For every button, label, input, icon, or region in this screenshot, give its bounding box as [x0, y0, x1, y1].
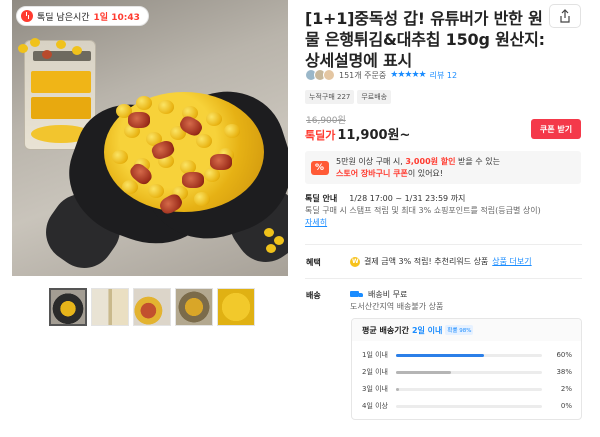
dist-title: 평균 배송기간: [362, 325, 409, 335]
distribution-bar-fill: [396, 353, 484, 357]
thumbnail-1[interactable]: [49, 288, 87, 326]
promo-line1-post: 받을 수 있는: [458, 156, 500, 166]
promo-line2-highlight: 스토어 장바구니 쿠폰: [336, 168, 408, 178]
divider: [305, 244, 582, 245]
rating-stars: ★★★★★: [390, 70, 426, 80]
shipping-label: 배송: [306, 291, 321, 300]
tag-cumulative: 누적구매 227: [305, 90, 355, 104]
divider: [305, 278, 582, 279]
share-icon: [560, 9, 570, 23]
buyer-avatars: [305, 69, 335, 81]
tag-free-shipping: 무료배송: [357, 90, 392, 104]
distribution-row-label: 1일 이내: [362, 351, 388, 359]
current-price: 11,900원~: [337, 128, 411, 143]
distribution-row-percent: 38%: [556, 368, 572, 376]
distribution-row-label: 3일 이내: [362, 385, 388, 393]
shipping-fee: 배송비 무료: [368, 290, 408, 299]
shipping-fee-row: 배송비 무료: [350, 289, 407, 300]
deal-timer-badge: 톡딜 남은시간 1일 10:43: [16, 6, 149, 26]
buyers-count: 151개 주문중: [339, 70, 387, 80]
store-coupon-banner[interactable]: 5만원 이상 구매 시, 3,000원 할인 받을 수 있는 스토어 장바구니 …: [305, 151, 581, 184]
share-button[interactable]: [549, 4, 581, 28]
deal-info-period: 1/28 17:00 ~ 1/31 23:59 까지: [349, 194, 466, 203]
distribution-row-label: 4일 이상: [362, 402, 388, 410]
distribution-row-label: 2일 이내: [362, 368, 388, 376]
review-link[interactable]: 리뷰 12: [430, 70, 457, 81]
promo-icon: [311, 160, 329, 175]
thumbnail-4[interactable]: [175, 288, 213, 326]
deal-timer-label: 톡딜 남은시간: [37, 12, 90, 23]
delivery-distribution-row: 4일 이상 0%: [362, 401, 572, 411]
coin-icon: [350, 256, 360, 267]
deal-info-desc: 톡딜 구매 시 스탬프 적립 및 최대 3% 쇼핑포인트를 적립(등급별 상이): [305, 206, 541, 215]
product-tags: 누적구매 227 무료배송: [305, 90, 392, 104]
dist-title-highlight: 2일 이내: [411, 325, 443, 335]
more-products-link[interactable]: 상품 더보기: [492, 256, 531, 267]
delivery-distribution-box: 평균 배송기간 2일 이내 확률 98% 1일 이내 60% 2일 이내 38% 3일 …: [351, 318, 582, 420]
delivery-distribution-row: 3일 이내 2%: [362, 384, 572, 394]
promo-line1-pre: 5만원 이상 구매 시,: [336, 156, 403, 166]
distribution-bar-fill: [396, 370, 452, 374]
distribution-bar-track: [396, 404, 542, 408]
product-meta: 151개 주문중 ★★★★★ 리뷰 12: [305, 69, 457, 81]
thumbnail-2[interactable]: [91, 288, 129, 326]
delivery-distribution-row: 2일 이내 38%: [362, 367, 572, 377]
deal-timer-time: 1일 10:43: [93, 12, 140, 23]
thumbnail-strip: [49, 288, 255, 326]
clock-icon: [21, 10, 33, 22]
distribution-row-percent: 0%: [560, 402, 572, 410]
distribution-bar-track: [396, 353, 542, 357]
distribution-bar-fill: [396, 387, 399, 391]
promo-line2-post: 이 있어요!: [407, 168, 444, 178]
delivery-distribution-row: 1일 이내 60%: [362, 350, 572, 360]
deal-info-more-link[interactable]: 자세히: [305, 218, 327, 227]
price-row: 톡딜가 11,900원~: [305, 124, 410, 143]
truck-icon: [350, 290, 364, 300]
promo-text: 5만원 이상 구매 시, 3,000원 할인 받을 수 있는 스토어 장바구니 …: [336, 156, 500, 180]
benefit-text: 결제 금액 3% 적립! 추천리워드 상품: [364, 257, 489, 266]
promo-line1-highlight: 3,000원 할인: [405, 156, 456, 166]
shipping-restriction: 도서산간지역 배송불가 상품: [350, 302, 444, 311]
distribution-bar-track: [396, 370, 542, 374]
deal-price-label: 톡딜가: [305, 129, 336, 142]
deal-info: 톡딜 안내 1/28 17:00 ~ 1/31 23:59 까지 톡딜 구매 시…: [305, 193, 590, 229]
benefit-label: 혜택: [306, 258, 321, 267]
thumbnail-3[interactable]: [133, 288, 171, 326]
dist-probability-chip: 확률 98%: [445, 325, 474, 335]
distribution-row-percent: 60%: [556, 351, 572, 359]
main-product-image[interactable]: [12, 0, 288, 276]
delivery-distribution-header: 평균 배송기간 2일 이내 확률 98%: [352, 319, 581, 341]
deal-info-label: 톡딜 안내: [305, 194, 338, 203]
distribution-row-percent: 2%: [560, 385, 572, 393]
thumbnail-5[interactable]: [217, 288, 255, 326]
benefit-row: 결제 금액 3% 적립! 추천리워드 상품 상품 더보기: [350, 256, 532, 267]
product-title: [1+1]중독성 갑! 유튜버가 반한 원물 은행튀김&대추칩 150g 원산지…: [305, 9, 545, 70]
distribution-bar-track: [396, 387, 542, 391]
get-coupon-button[interactable]: 쿠폰 받기: [531, 119, 581, 139]
